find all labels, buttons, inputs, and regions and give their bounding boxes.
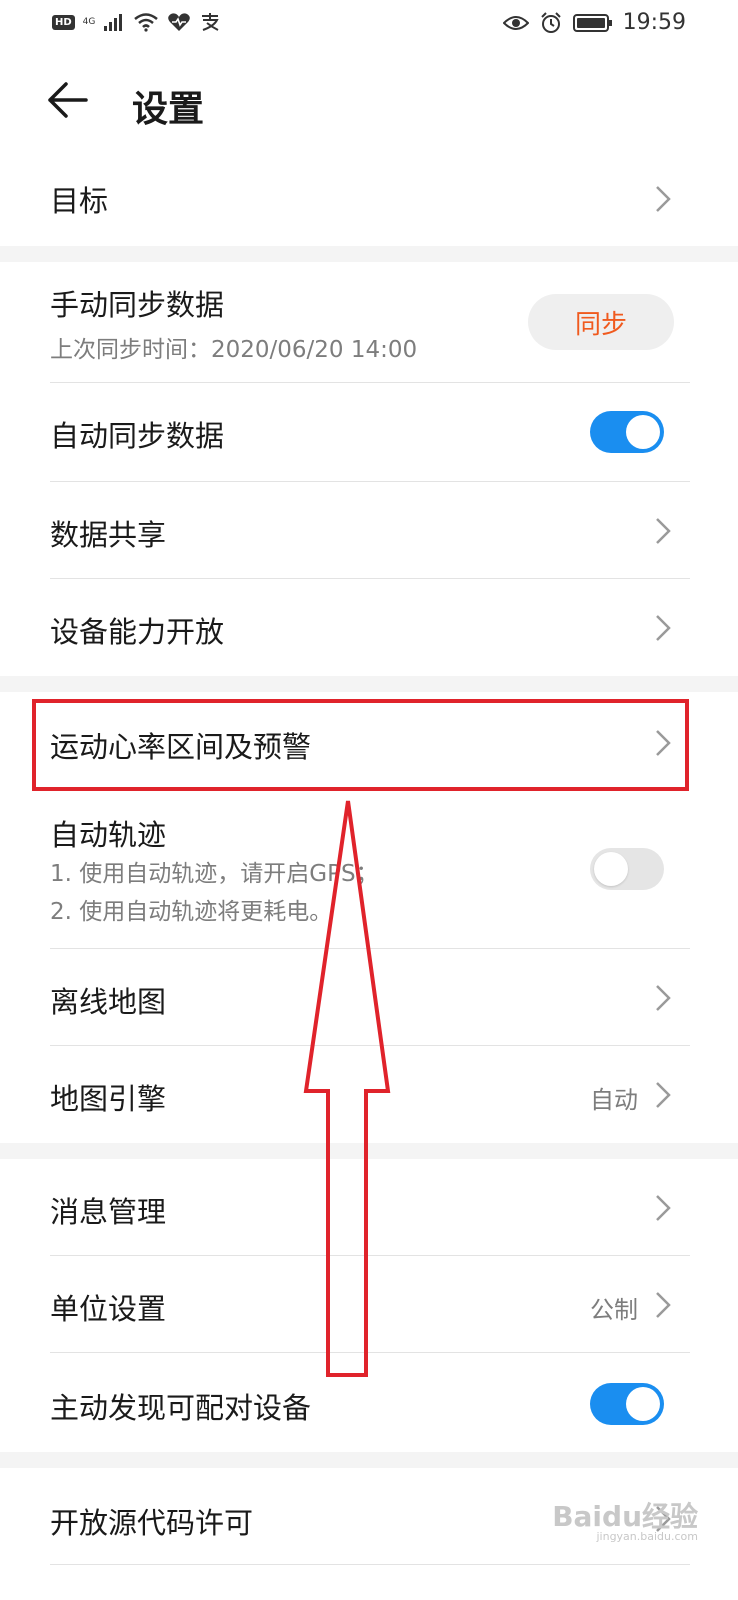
toggle-knob: [626, 415, 660, 449]
eye-comfort-icon: [502, 15, 529, 30]
row-manual-sync: 手动同步数据 上次同步时间：2020/06/20 14:00 同步: [50, 262, 690, 382]
wifi-icon: [134, 13, 159, 32]
row-discover-devices: 主动发现可配对设备: [50, 1353, 690, 1451]
chevron-right-icon: [656, 186, 671, 212]
map-engine-value: 自动: [590, 1086, 638, 1114]
unit-settings-value: 公制: [590, 1296, 638, 1324]
row-device-capability[interactable]: 设备能力开放: [50, 579, 690, 675]
signal-icon: [104, 14, 123, 31]
row-offline-map-label: 离线地图: [50, 985, 167, 1019]
row-discover-devices-label: 主动发现可配对设备: [50, 1391, 312, 1425]
back-button[interactable]: [46, 78, 98, 126]
chevron-right-icon: [656, 1082, 671, 1108]
row-map-engine[interactable]: 地图引擎 自动: [50, 1046, 690, 1142]
section-separator: [0, 246, 738, 262]
battery-icon: [572, 13, 612, 32]
row-message-management-label: 消息管理: [50, 1195, 167, 1229]
divider: [50, 1564, 690, 1565]
chevron-right-icon: [656, 1506, 671, 1532]
row-data-sharing-label: 数据共享: [50, 518, 167, 552]
toggle-knob: [626, 1387, 660, 1421]
discover-devices-toggle[interactable]: [590, 1383, 664, 1425]
chevron-right-icon: [656, 615, 671, 641]
row-heart-rate-zone-label: 运动心率区间及预警: [50, 730, 312, 764]
row-auto-sync-label: 自动同步数据: [50, 419, 225, 453]
chevron-right-icon: [656, 730, 671, 756]
row-open-source-license-label: 开放源代码许可: [50, 1506, 254, 1540]
chevron-right-icon: [656, 1292, 671, 1318]
auto-sync-toggle[interactable]: [590, 411, 664, 453]
alarm-icon: [540, 11, 561, 33]
auto-track-note-2: 2. 使用自动轨迹将更耗电。: [50, 899, 333, 925]
row-manual-sync-label: 手动同步数据: [50, 288, 225, 322]
auto-track-note-1: 1. 使用自动轨迹，请开启GPS；: [50, 861, 379, 887]
chevron-right-icon: [656, 1195, 671, 1221]
row-device-capability-label: 设备能力开放: [50, 615, 225, 649]
alipay-icon: [202, 13, 219, 31]
status-right: 19:59: [502, 10, 686, 35]
row-open-source-license[interactable]: 开放源代码许可: [50, 1468, 690, 1564]
page-title: 设置: [132, 89, 205, 130]
sync-button[interactable]: 同步: [528, 294, 674, 350]
chevron-right-icon: [656, 985, 671, 1011]
row-auto-track-label: 自动轨迹: [50, 818, 167, 852]
row-map-engine-label: 地图引擎: [50, 1082, 167, 1116]
row-auto-track: 自动轨迹 1. 使用自动轨迹，请开启GPS； 2. 使用自动轨迹将更耗电。: [50, 800, 690, 948]
hd-icon: HD: [52, 14, 75, 30]
network-type-label: 4G: [82, 17, 96, 27]
section-separator: [0, 676, 738, 692]
row-unit-settings[interactable]: 单位设置 公制: [50, 1256, 690, 1352]
row-goal[interactable]: 目标: [50, 150, 690, 246]
row-goal-label: 目标: [50, 184, 109, 218]
row-unit-settings-label: 单位设置: [50, 1292, 167, 1326]
row-message-management[interactable]: 消息管理: [50, 1159, 690, 1255]
section-separator: [0, 1452, 738, 1468]
status-bar: HD 4G 19:59: [0, 0, 738, 50]
row-data-sharing[interactable]: 数据共享: [50, 482, 690, 578]
status-time: 19:59: [622, 10, 686, 35]
heart-health-icon: [168, 13, 191, 31]
last-sync-time: 上次同步时间：2020/06/20 14:00: [50, 337, 418, 363]
back-arrow-icon: [48, 82, 88, 118]
row-heart-rate-zone[interactable]: 运动心率区间及预警: [50, 692, 690, 792]
auto-track-toggle[interactable]: [590, 848, 664, 890]
toggle-knob: [594, 852, 628, 886]
chevron-right-icon: [656, 518, 671, 544]
status-left: HD 4G: [52, 12, 221, 32]
section-separator: [0, 1143, 738, 1159]
header: 设置: [0, 60, 738, 144]
row-auto-sync: 自动同步数据: [50, 383, 690, 481]
row-offline-map[interactable]: 离线地图: [50, 949, 690, 1045]
